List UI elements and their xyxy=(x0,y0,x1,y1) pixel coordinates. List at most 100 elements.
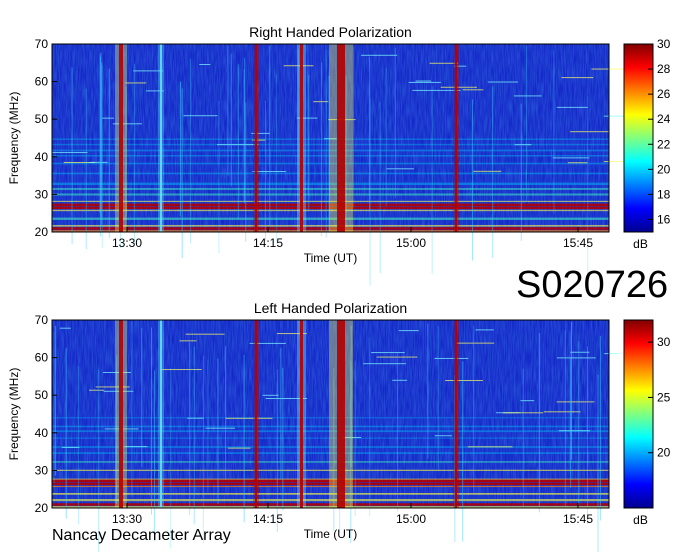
vertical-striation xyxy=(243,354,245,523)
emission-dash xyxy=(52,152,88,154)
emission-dash xyxy=(415,80,432,82)
vertical-striation xyxy=(282,368,284,511)
emission-dash xyxy=(520,400,535,402)
vertical-striation xyxy=(65,348,67,519)
colorbar xyxy=(623,319,654,509)
emission-dash xyxy=(561,77,594,79)
emission-dash xyxy=(514,144,532,146)
colorbar-tick-label: 26 xyxy=(657,87,671,101)
vertical-striation xyxy=(397,352,399,512)
vertical-striation xyxy=(569,331,571,474)
vertical-striation xyxy=(225,345,227,480)
emission-dash xyxy=(225,417,273,419)
y-tick-label: 30 xyxy=(35,187,49,201)
vertical-striation xyxy=(394,47,396,198)
emission-dash xyxy=(392,379,408,381)
emission-dash xyxy=(445,380,483,382)
panel-right-handed: Right Handed Polarization 20 30 40 50 60 70 Fre… xyxy=(7,24,671,286)
emission-dash xyxy=(462,89,484,91)
vertical-striation xyxy=(227,45,229,176)
vertical-striation xyxy=(597,374,599,556)
vertical-striation xyxy=(71,67,73,245)
emission-dash xyxy=(467,446,513,448)
emission-dash xyxy=(567,162,588,164)
x-tick-label: 14:15 xyxy=(253,512,283,526)
burst-core xyxy=(300,44,303,232)
emission-dash xyxy=(570,351,590,353)
y-tick-label: 20 xyxy=(35,225,49,239)
emission-dash xyxy=(570,131,609,133)
panel-title: Right Handed Polarization xyxy=(249,24,412,40)
vertical-striation xyxy=(170,367,172,548)
vertical-striation xyxy=(587,346,589,524)
vertical-striation xyxy=(180,81,182,217)
burst-core xyxy=(160,320,162,508)
vertical-striation xyxy=(473,325,475,495)
emission-dash xyxy=(604,353,619,355)
emission-dash xyxy=(160,369,202,371)
emission-dash xyxy=(102,117,115,119)
emission-dash xyxy=(183,115,218,117)
emission-dash xyxy=(199,64,211,66)
emission-dash xyxy=(62,446,80,448)
emission-dash xyxy=(473,170,502,172)
y-tick-label: 50 xyxy=(35,112,49,126)
burst-core xyxy=(455,320,457,508)
y-tick-label: 30 xyxy=(35,463,49,477)
vertical-striation xyxy=(325,49,327,238)
colorbar-tick-label: 25 xyxy=(657,390,671,404)
vertical-striation xyxy=(462,361,464,542)
x-tick-label: 13:30 xyxy=(112,512,142,526)
y-tick-label: 50 xyxy=(35,388,49,402)
vertical-striation xyxy=(369,337,371,517)
emission-dash xyxy=(216,144,259,146)
emission-dash xyxy=(185,333,225,335)
x-axis-label: Time (UT) xyxy=(304,527,358,541)
burst-core xyxy=(337,44,345,232)
vertical-striation xyxy=(202,355,204,544)
vertical-striation xyxy=(207,359,209,493)
vertical-striation xyxy=(570,322,572,461)
y-tick-label: 40 xyxy=(35,150,49,164)
emission-dash xyxy=(456,342,495,344)
emission-dash xyxy=(59,327,71,329)
burst-core xyxy=(337,320,345,508)
burst-core xyxy=(119,44,123,232)
burst-core xyxy=(455,44,457,232)
vertical-striation xyxy=(77,366,79,525)
emission-dash xyxy=(487,81,518,83)
x-axis-label: Time (UT) xyxy=(304,251,358,265)
vertical-striation xyxy=(85,88,87,250)
vertical-striation xyxy=(553,50,555,214)
colorbar xyxy=(623,43,654,233)
emission-dash xyxy=(227,447,251,449)
emission-dash xyxy=(556,106,588,108)
vertical-striation xyxy=(280,348,282,480)
y-axis-label: Frequency (MHz) xyxy=(7,368,21,461)
vertical-striation xyxy=(385,67,387,206)
vertical-striation xyxy=(578,341,580,506)
vertical-striation xyxy=(275,74,277,243)
colorbar-tick-label: 28 xyxy=(657,62,671,76)
vertical-striation xyxy=(98,369,100,554)
emission-dash xyxy=(434,435,452,437)
emission-dash xyxy=(124,446,148,448)
burst-core xyxy=(300,320,303,508)
vertical-striation xyxy=(522,368,524,509)
emission-dash xyxy=(361,54,398,56)
burst-core xyxy=(160,44,162,232)
vertical-striation xyxy=(244,57,246,202)
x-tick-label: 15:00 xyxy=(396,236,426,250)
panel-title: Left Handed Polarization xyxy=(254,300,407,316)
emission-dash xyxy=(514,95,542,97)
colorbar-tick-label: 30 xyxy=(657,335,671,349)
burst-core xyxy=(255,44,257,232)
x-tick-label: 15:45 xyxy=(563,236,593,250)
vertical-striation xyxy=(379,101,381,274)
vertical-striation xyxy=(352,47,354,208)
vertical-striation xyxy=(218,100,220,254)
panel-left-handed: Left Handed Polarization 20 30 40 50 60 70 Freq… xyxy=(7,300,671,556)
vertical-striation xyxy=(320,62,322,236)
x-tick-label: 14:15 xyxy=(253,236,283,250)
colorbar-label: dB xyxy=(633,513,648,527)
